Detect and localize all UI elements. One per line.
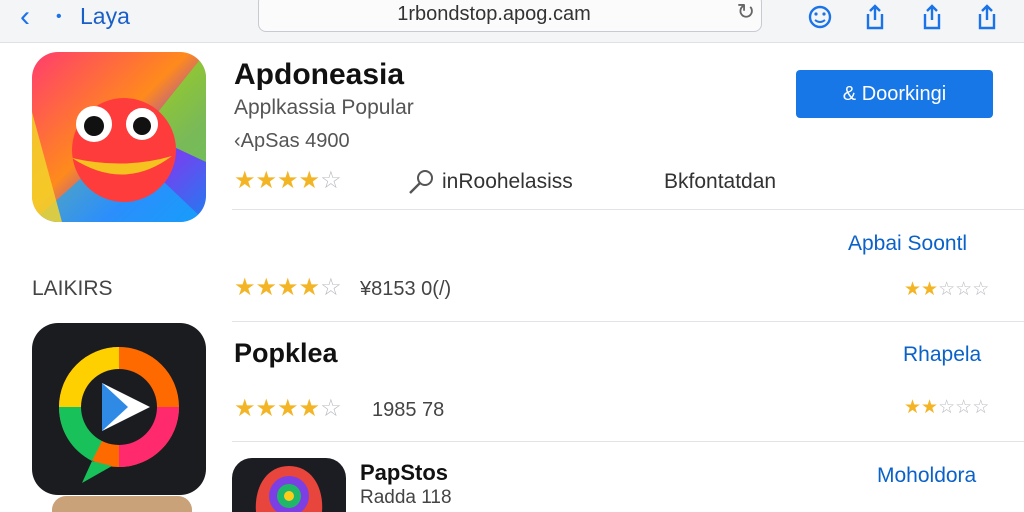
featured-tag-label[interactable]: inRoohelasiss: [442, 170, 573, 194]
featured-app-subtitle: Applkassia ‌Popular: [234, 96, 414, 119]
star-icon: ★: [234, 167, 256, 194]
list-app-icon[interactable]: [32, 323, 206, 495]
star-outline-icon: ☆: [320, 167, 342, 194]
featured-category[interactable]: Bkfontatdan: [664, 170, 776, 194]
list-app-link[interactable]: Rhapela: [903, 343, 981, 367]
see-all-link[interactable]: Apbai Soontl: [848, 232, 967, 256]
star-icon: ★: [277, 274, 299, 301]
featured-rating-stars: ★ ★ ★ ★ ☆: [234, 169, 342, 193]
star-icon: ★: [255, 395, 278, 422]
featured-app-title[interactable]: Apdoneasia: [234, 58, 404, 92]
get-button[interactable]: & Doorkingi: [796, 70, 993, 118]
list-rating-stars: ★ ★ ★ ★ ☆: [234, 276, 342, 300]
divider: [232, 209, 1024, 210]
list-app-title[interactable]: Popklea: [234, 338, 338, 369]
star-icon: ★: [298, 274, 321, 301]
browser-toolbar: ‹ • Laya 1rbondstop.apog.cam ↻: [0, 0, 1024, 43]
star-outline-icon: ☆: [320, 274, 342, 301]
list-app-link[interactable]: Moholdora: [877, 464, 976, 488]
dropdown-dot-icon: •: [56, 8, 62, 25]
star-outline-icon: ☆: [955, 279, 973, 300]
star-icon: ★: [298, 395, 321, 422]
list-app-icon[interactable]: [52, 496, 192, 512]
star-outline-icon: ☆: [320, 395, 342, 422]
star-icon: ★: [277, 395, 299, 422]
star-outline-icon: ☆: [955, 397, 973, 418]
share-icon[interactable]: [917, 2, 947, 32]
star-icon: ★: [298, 167, 321, 194]
list-rating-stars: ★ ★ ★ ★ ☆: [234, 397, 342, 421]
section-heading: LAIKIRS: [32, 277, 113, 300]
share-icon[interactable]: [972, 2, 1002, 32]
featured-app-icon[interactable]: [32, 52, 206, 222]
star-outline-icon: ☆: [938, 397, 956, 418]
star-outline-icon: ☆: [972, 397, 990, 418]
star-icon: ★: [277, 167, 299, 194]
list-right-stars: ★ ★ ☆ ☆ ☆: [904, 280, 989, 299]
star-outline-icon: ☆: [972, 279, 990, 300]
list-app-title[interactable]: PapStos: [360, 460, 448, 486]
divider: [232, 321, 1024, 322]
list-item-meta: ¥8153 0(/): [360, 278, 452, 300]
divider: [232, 441, 1024, 442]
star-icon: ★: [921, 397, 939, 418]
reload-icon[interactable]: ↻: [737, 0, 755, 25]
star-icon: ★: [904, 397, 922, 418]
list-app-icon[interactable]: [232, 458, 346, 512]
star-outline-icon: ☆: [938, 279, 956, 300]
emoji-icon[interactable]: [805, 2, 835, 32]
star-icon: ★: [921, 279, 939, 300]
share-icon[interactable]: [860, 2, 890, 32]
featured-app-meta: ‹ApSas 4900: [234, 130, 350, 152]
star-icon: ★: [234, 274, 256, 301]
star-icon: ★: [904, 279, 922, 300]
list-right-stars: ★ ★ ☆ ☆ ☆: [904, 398, 989, 417]
star-icon: ★: [255, 274, 278, 301]
list-app-subtitle: Radda 118: [360, 487, 452, 508]
star-icon: ★: [255, 167, 278, 194]
tag-icon: [409, 170, 433, 194]
url-text[interactable]: 1rbondstop.apog.cam: [259, 3, 729, 26]
list-item-meta: 1985 78: [372, 399, 445, 421]
back-chevron-icon[interactable]: ‹: [20, 2, 30, 32]
star-icon: ★: [234, 395, 256, 422]
address-bar[interactable]: 1rbondstop.apog.cam ↻: [258, 0, 762, 32]
back-button-label[interactable]: Laya: [80, 3, 130, 30]
